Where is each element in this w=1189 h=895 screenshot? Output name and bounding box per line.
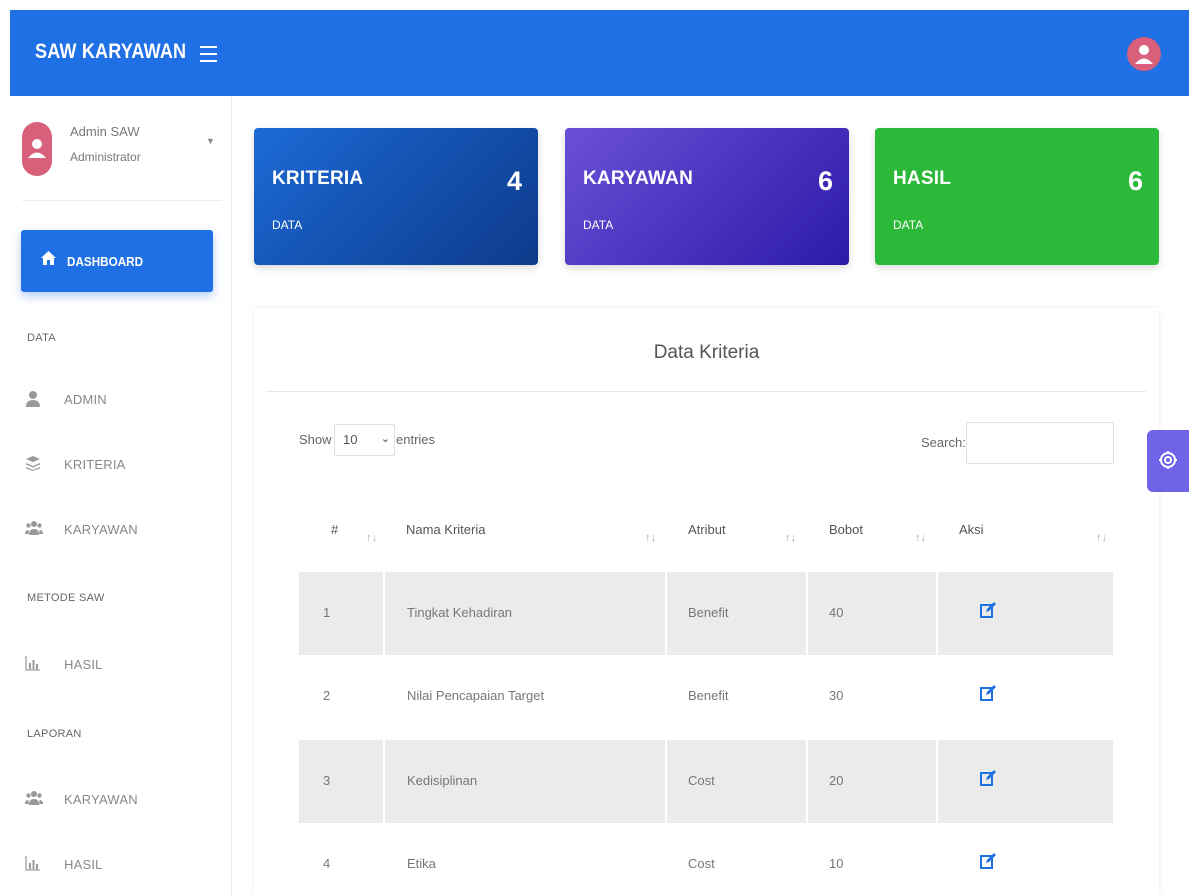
column-header-aksi[interactable]: Aksi xyxy=(959,522,984,537)
menu-toggle-icon[interactable] xyxy=(200,46,217,62)
app-brand[interactable]: SAW KARYAWAN xyxy=(35,40,186,64)
sidebar-item-laporan-karyawan[interactable]: KARYAWAN xyxy=(25,788,215,812)
column-header-nama-kriteria[interactable]: Nama Kriteria xyxy=(406,522,485,537)
top-navbar: SAW KARYAWAN xyxy=(10,10,1189,96)
cell-nama-kriteria: Etika xyxy=(407,856,436,871)
show-label: Show xyxy=(299,432,332,447)
user-icon xyxy=(25,390,41,407)
sidebar-item-hasil[interactable]: HASIL xyxy=(25,653,215,677)
table-row: 2 Nilai Pencapaian Target Benefit 30 xyxy=(299,655,1113,738)
cell-atribut: Cost xyxy=(688,773,715,788)
stat-card-kriteria[interactable]: KRITERIA DATA 4 xyxy=(254,128,538,265)
stat-card-karyawan[interactable]: KARYAWAN DATA 6 xyxy=(565,128,849,265)
users-icon xyxy=(25,790,43,806)
column-header-bobot[interactable]: Bobot xyxy=(829,522,863,537)
sidebar-item-dashboard[interactable]: DASHBOARD xyxy=(21,230,213,292)
cell-number: 1 xyxy=(323,605,331,620)
panel-title: Data Kriteria xyxy=(653,342,760,363)
search-input[interactable] xyxy=(966,422,1114,464)
card-count: 6 xyxy=(817,166,833,196)
cell-nama-kriteria: Tingkat Kehadiran xyxy=(407,605,513,620)
cell-bobot: 30 xyxy=(829,688,844,703)
sidebar-item-label: HASIL xyxy=(64,657,103,672)
cell-nama-kriteria: Nilai Pencapaian Target xyxy=(407,688,545,703)
cell-bobot: 10 xyxy=(829,856,844,871)
data-kriteria-panel: Data Kriteria Show 10 ⌄ entries Search: … xyxy=(254,308,1159,895)
user-name: Admin SAW xyxy=(70,124,140,139)
entries-length-select[interactable]: 10 ⌄ xyxy=(334,424,395,456)
card-count: 4 xyxy=(506,166,522,196)
table-row: 4 Etika Cost 10 xyxy=(299,823,1113,895)
sidebar-item-label: KRITERIA xyxy=(64,457,126,472)
divider xyxy=(22,200,222,201)
sidebar-user[interactable]: Admin SAW Administrator ▼ xyxy=(22,122,215,182)
sidebar-item-label: HASIL xyxy=(64,857,103,872)
cell-nama-kriteria: Kedisiplinan xyxy=(407,773,478,788)
entries-label: entries xyxy=(396,432,436,447)
card-title: KARYAWAN xyxy=(583,168,693,189)
chevron-down-icon: ⌄ xyxy=(380,433,390,445)
cell-bobot: 20 xyxy=(829,773,844,788)
sidebar-item-admin[interactable]: ADMIN xyxy=(25,388,215,412)
sidebar-item-laporan-hasil[interactable]: HASIL xyxy=(25,853,215,877)
edit-icon[interactable] xyxy=(980,853,996,869)
section-label-metode-saw: METODE SAW xyxy=(27,592,105,604)
column-header-number[interactable]: # xyxy=(331,522,338,537)
settings-button[interactable] xyxy=(1147,430,1189,492)
sidebar-item-karyawan[interactable]: KARYAWAN xyxy=(25,518,215,542)
table-row: 3 Kedisiplinan Cost 20 xyxy=(299,740,1113,823)
sort-icon[interactable]: ↑↓ xyxy=(645,532,656,544)
cell-number: 4 xyxy=(323,856,331,871)
sort-icon[interactable]: ↑↓ xyxy=(785,532,796,544)
sort-icon[interactable]: ↑↓ xyxy=(1096,532,1107,544)
avatar xyxy=(22,122,52,176)
section-label-laporan: LAPORAN xyxy=(27,728,82,740)
card-subtitle: DATA xyxy=(893,218,924,232)
home-icon xyxy=(40,250,57,271)
chevron-down-icon[interactable]: ▼ xyxy=(206,136,215,146)
users-icon xyxy=(25,520,43,536)
search-label: Search: xyxy=(921,435,966,450)
sidebar-item-kriteria[interactable]: KRITERIA xyxy=(25,453,215,477)
card-title: HASIL xyxy=(893,168,951,189)
section-label-data: DATA xyxy=(27,332,56,344)
card-subtitle: DATA xyxy=(272,218,303,232)
cell-number: 2 xyxy=(323,688,331,703)
bar-chart-icon xyxy=(25,855,41,871)
edit-icon[interactable] xyxy=(980,602,996,618)
layers-icon xyxy=(25,455,41,471)
cell-atribut: Cost xyxy=(688,856,715,871)
user-role: Administrator xyxy=(70,150,141,164)
stat-card-hasil[interactable]: HASIL DATA 6 xyxy=(875,128,1159,265)
edit-icon[interactable] xyxy=(980,770,996,786)
edit-icon[interactable] xyxy=(980,685,996,701)
cell-atribut: Benefit xyxy=(688,688,729,703)
card-title: KRITERIA xyxy=(272,168,364,189)
sidebar-item-label: KARYAWAN xyxy=(64,522,138,537)
column-header-atribut[interactable]: Atribut xyxy=(688,522,726,537)
cell-number: 3 xyxy=(323,773,331,788)
sidebar-item-label: ADMIN xyxy=(64,392,107,407)
bar-chart-icon xyxy=(25,655,41,671)
card-count: 6 xyxy=(1127,166,1143,196)
entries-length-value: 10 xyxy=(343,432,358,447)
table-row: 1 Tingkat Kehadiran Benefit 40 xyxy=(299,572,1113,655)
sort-icon[interactable]: ↑↓ xyxy=(366,532,377,544)
sidebar: Admin SAW Administrator ▼ DASHBOARD DATA… xyxy=(10,96,232,895)
sidebar-item-label: DASHBOARD xyxy=(67,254,144,269)
divider xyxy=(266,391,1146,392)
sort-icon[interactable]: ↑↓ xyxy=(915,532,926,544)
card-subtitle: DATA xyxy=(583,218,614,232)
cell-atribut: Benefit xyxy=(688,605,729,620)
user-avatar[interactable] xyxy=(1127,37,1161,71)
sidebar-item-label: KARYAWAN xyxy=(64,792,138,807)
cell-bobot: 40 xyxy=(829,605,844,620)
